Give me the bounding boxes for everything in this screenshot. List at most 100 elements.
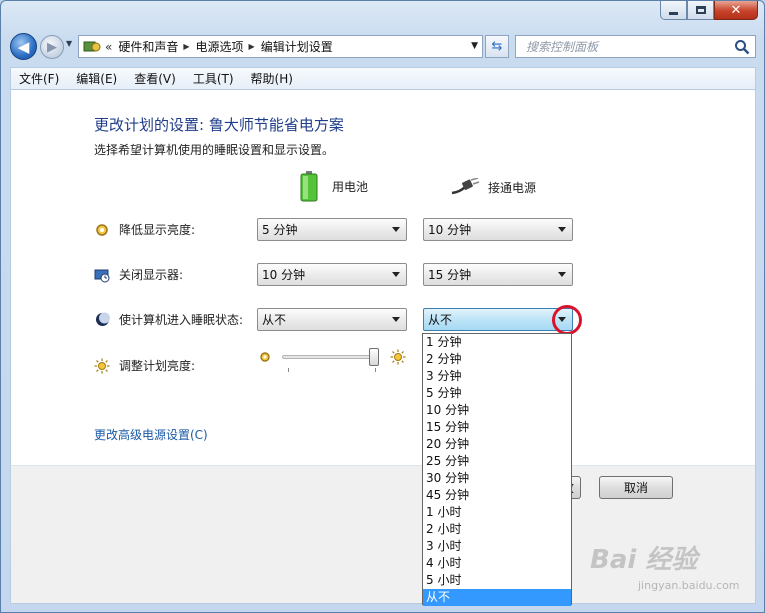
setting-brightness: 调整计划亮度: bbox=[94, 357, 195, 374]
sleep-battery-value: 从不 bbox=[262, 313, 287, 327]
dropdown-option[interactable]: 从不 bbox=[423, 589, 571, 606]
minimize-button[interactable] bbox=[660, 1, 687, 20]
dropdown-option[interactable]: 3 分钟 bbox=[423, 368, 571, 385]
moon-sleep-icon bbox=[94, 312, 110, 328]
page-title: 更改计划的设置: 鲁大师节能省电方案 bbox=[94, 116, 344, 134]
menu-tools[interactable]: 工具(T) bbox=[193, 70, 234, 87]
setting-sleep: 使计算机进入睡眠状态: bbox=[94, 311, 243, 328]
recent-pages-dropdown-icon[interactable]: ▼ bbox=[66, 39, 72, 48]
sleep-plugged-select[interactable]: 从不 bbox=[423, 308, 573, 331]
breadcrumb-edit-plan[interactable]: 编辑计划设置 bbox=[261, 38, 333, 55]
cancel-label: 取消 bbox=[623, 481, 648, 495]
setting-turn-off-display: 关闭显示器: bbox=[94, 266, 183, 283]
chevron-down-icon bbox=[392, 272, 400, 277]
watermark-url: jingyan.baidu.com bbox=[638, 579, 740, 592]
search-icon[interactable] bbox=[734, 39, 750, 55]
setting-label-sleep: 使计算机进入睡眠状态: bbox=[119, 313, 244, 327]
setting-label-brightness: 调整计划亮度: bbox=[119, 359, 196, 373]
breadcrumb-separator-icon[interactable]: ▶ bbox=[183, 42, 189, 51]
watermark-logo: Bai 经验 bbox=[590, 545, 698, 575]
sleep-plugged-value: 从不 bbox=[428, 313, 453, 327]
dropdown-option[interactable]: 20 分钟 bbox=[423, 436, 571, 453]
brightness-low-icon bbox=[259, 351, 271, 366]
turn-off-display-battery-value: 10 分钟 bbox=[262, 268, 306, 282]
dropdown-option[interactable]: 2 小时 bbox=[423, 521, 571, 538]
brightness-slider-track[interactable] bbox=[282, 355, 376, 359]
back-button[interactable]: ◀ bbox=[10, 33, 37, 60]
close-icon: ✕ bbox=[730, 2, 742, 18]
dropdown-option[interactable]: 1 分钟 bbox=[423, 334, 571, 351]
forward-arrow-icon: ▶ bbox=[47, 39, 57, 55]
column-header-battery: 用电池 bbox=[300, 170, 368, 202]
minimize-icon bbox=[669, 12, 678, 15]
address-overflow-icon[interactable]: « bbox=[105, 40, 112, 54]
close-button[interactable]: ✕ bbox=[714, 1, 758, 20]
plugged-label: 接通电源 bbox=[488, 180, 537, 195]
dropdown-option[interactable]: 5 小时 bbox=[423, 572, 571, 589]
turn-off-display-plugged-select[interactable]: 15 分钟 bbox=[423, 263, 573, 286]
sun-icon bbox=[94, 358, 110, 374]
setting-dim-display: 降低显示亮度: bbox=[94, 221, 195, 238]
column-header-plugged: 接通电源 bbox=[450, 178, 536, 196]
monitor-clock-icon bbox=[94, 267, 110, 283]
search-input[interactable]: 搜索控制面板 bbox=[526, 38, 734, 55]
dim-display-battery-select[interactable]: 5 分钟 bbox=[257, 218, 407, 241]
power-plug-icon bbox=[451, 178, 480, 195]
back-arrow-icon: ◀ bbox=[17, 37, 30, 56]
setting-label-dim-display: 降低显示亮度: bbox=[119, 223, 196, 237]
menu-view[interactable]: 查看(V) bbox=[134, 70, 176, 87]
refresh-button[interactable]: ⇆ bbox=[485, 35, 509, 58]
caption-buttons: ✕ bbox=[660, 1, 758, 20]
battery-label: 用电池 bbox=[332, 179, 369, 194]
brightness-slider-thumb[interactable] bbox=[369, 348, 380, 366]
menu-help[interactable]: 帮助(H) bbox=[251, 70, 293, 87]
dropdown-option[interactable]: 5 分钟 bbox=[423, 385, 571, 402]
slider-tick bbox=[375, 368, 376, 372]
menu-edit[interactable]: 编辑(E) bbox=[76, 70, 117, 87]
dropdown-option[interactable]: 25 分钟 bbox=[423, 453, 571, 470]
dim-display-plugged-select[interactable]: 10 分钟 bbox=[423, 218, 573, 241]
brightness-dim-icon bbox=[94, 222, 110, 238]
content-pane: 更改计划的设置: 鲁大师节能省电方案 选择希望计算机使用的睡眠设置和显示设置。 … bbox=[10, 89, 756, 604]
address-bar[interactable]: « 硬件和声音 ▶ 电源选项 ▶ 编辑计划设置 ▼ bbox=[78, 35, 483, 58]
battery-icon bbox=[300, 171, 318, 202]
advanced-power-settings-link[interactable]: 更改高级电源设置(C) bbox=[94, 426, 208, 443]
page-subtitle: 选择希望计算机使用的睡眠设置和显示设置。 bbox=[94, 143, 335, 157]
sleep-plugged-dropdown-list: 1 分钟 2 分钟 3 分钟 5 分钟 10 分钟 15 分钟 20 分钟 25 分钟 30 分… bbox=[422, 333, 572, 606]
forward-button[interactable]: ▶ bbox=[40, 35, 64, 59]
brightness-high-icon bbox=[390, 349, 406, 368]
dropdown-option[interactable]: 10 分钟 bbox=[423, 402, 571, 419]
refresh-icon: ⇆ bbox=[491, 39, 503, 54]
chevron-down-icon bbox=[392, 317, 400, 322]
dropdown-option[interactable]: 4 小时 bbox=[423, 555, 571, 572]
control-panel-icon bbox=[83, 41, 101, 51]
turn-off-display-plugged-value: 15 分钟 bbox=[428, 268, 472, 282]
turn-off-display-battery-select[interactable]: 10 分钟 bbox=[257, 263, 407, 286]
setting-label-turn-off-display: 关闭显示器: bbox=[119, 268, 184, 282]
dim-display-plugged-value: 10 分钟 bbox=[428, 223, 472, 237]
control-panel-window: ✕ ◀ ▶ ▼ « 硬件和声音 ▶ 电源选项 ▶ 编辑计划设置 ▼ ⇆ 搜索控制… bbox=[0, 0, 765, 613]
slider-tick bbox=[288, 368, 289, 372]
chevron-down-icon bbox=[558, 272, 566, 277]
sleep-battery-select[interactable]: 从不 bbox=[257, 308, 407, 331]
navigation-bar: ◀ ▶ ▼ « 硬件和声音 ▶ 电源选项 ▶ 编辑计划设置 ▼ ⇆ 搜索控制面板 bbox=[1, 29, 764, 63]
address-dropdown-icon[interactable]: ▼ bbox=[471, 41, 478, 51]
dropdown-option[interactable]: 3 小时 bbox=[423, 538, 571, 555]
menu-file[interactable]: 文件(F) bbox=[19, 70, 59, 87]
breadcrumb-hardware-sound[interactable]: 硬件和声音 bbox=[118, 38, 178, 55]
highlight-circle-annotation bbox=[552, 305, 582, 335]
dropdown-option[interactable]: 45 分钟 bbox=[423, 487, 571, 504]
dim-display-battery-value: 5 分钟 bbox=[262, 223, 298, 237]
dropdown-option[interactable]: 2 分钟 bbox=[423, 351, 571, 368]
chevron-down-icon bbox=[558, 227, 566, 232]
dropdown-option[interactable]: 30 分钟 bbox=[423, 470, 571, 487]
dropdown-option[interactable]: 1 小时 bbox=[423, 504, 571, 521]
chevron-down-icon bbox=[392, 227, 400, 232]
breadcrumb-power-options[interactable]: 电源选项 bbox=[196, 38, 244, 55]
dropdown-option[interactable]: 15 分钟 bbox=[423, 419, 571, 436]
search-box[interactable]: 搜索控制面板 bbox=[515, 35, 756, 58]
cancel-button[interactable]: 取消 bbox=[599, 476, 673, 499]
breadcrumb-separator-icon[interactable]: ▶ bbox=[249, 42, 255, 51]
maximize-button[interactable] bbox=[687, 1, 714, 20]
maximize-icon bbox=[695, 6, 706, 14]
